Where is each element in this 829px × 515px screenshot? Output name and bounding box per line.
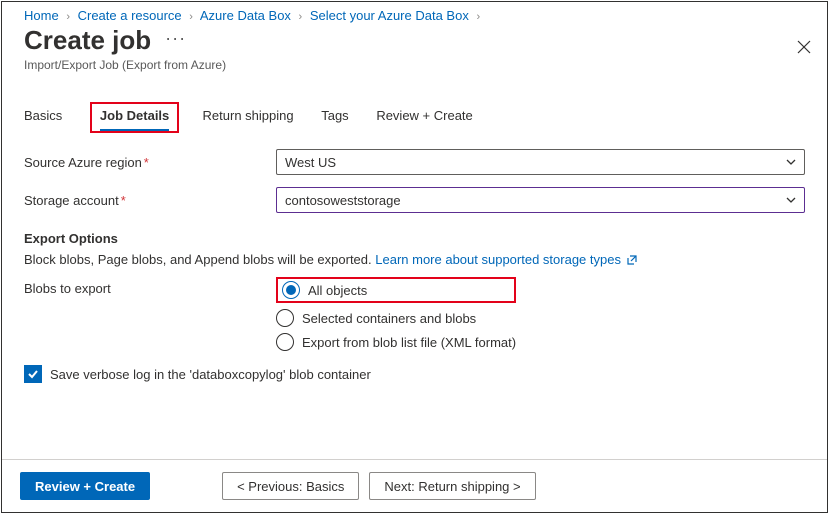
section-title-export-options: Export Options	[24, 231, 805, 246]
radio-icon	[282, 281, 300, 299]
checkbox-verbose-log[interactable]	[24, 365, 42, 383]
previous-button[interactable]: < Previous: Basics	[222, 472, 359, 500]
field-source-region: Source Azure region* West US	[24, 149, 805, 175]
tab-job-details[interactable]: Job Details	[100, 108, 169, 131]
highlight-box-job-details-tab: Job Details	[90, 102, 179, 133]
label-storage-account: Storage account*	[24, 193, 276, 208]
chevron-right-icon: ›	[472, 11, 484, 23]
next-button[interactable]: Next: Return shipping >	[369, 472, 535, 500]
select-storage-account-value: contosoweststorage	[285, 193, 401, 208]
title-row: Create job ···	[2, 23, 827, 56]
tabs: Basics Job Details Return shipping Tags …	[2, 82, 827, 133]
breadcrumb-home[interactable]: Home	[24, 8, 59, 23]
radio-icon	[276, 333, 294, 351]
form-area: Source Azure region* West US Storage acc…	[2, 133, 827, 459]
highlight-box-all-objects: All objects	[276, 277, 516, 303]
review-create-button[interactable]: Review + Create	[20, 472, 150, 500]
radio-selected-containers[interactable]: Selected containers and blobs	[276, 309, 516, 327]
link-learn-more-storage-types[interactable]: Learn more about supported storage types	[375, 252, 636, 267]
more-actions-icon[interactable]: ···	[165, 29, 186, 53]
chevron-right-icon: ›	[295, 11, 307, 23]
chevron-right-icon: ›	[185, 11, 197, 23]
checkbox-verbose-log-label: Save verbose log in the 'databoxcopylog'…	[50, 367, 371, 382]
breadcrumb: Home › Create a resource › Azure Data Bo…	[2, 2, 827, 23]
radio-all-objects[interactable]: All objects	[282, 281, 367, 299]
tab-tags[interactable]: Tags	[321, 108, 348, 129]
radio-export-list-file-label: Export from blob list file (XML format)	[302, 335, 516, 350]
tab-return-shipping[interactable]: Return shipping	[203, 108, 294, 129]
chevron-down-icon	[786, 194, 796, 206]
select-source-region[interactable]: West US	[276, 149, 805, 175]
field-storage-account: Storage account* contosoweststorage	[24, 187, 805, 213]
breadcrumb-azure-data-box[interactable]: Azure Data Box	[200, 8, 291, 23]
select-source-region-value: West US	[285, 155, 336, 170]
page-title: Create job	[24, 25, 151, 56]
chevron-right-icon: ›	[62, 11, 74, 23]
select-storage-account[interactable]: contosoweststorage	[276, 187, 805, 213]
radio-all-objects-label: All objects	[308, 283, 367, 298]
tab-basics[interactable]: Basics	[24, 108, 62, 129]
breadcrumb-create-resource[interactable]: Create a resource	[78, 8, 182, 23]
field-verbose-log: Save verbose log in the 'databoxcopylog'…	[24, 365, 805, 383]
page-subtitle: Import/Export Job (Export from Azure)	[2, 56, 827, 82]
external-link-icon	[627, 253, 637, 263]
footer: Review + Create < Previous: Basics Next:…	[2, 459, 827, 512]
field-blobs-to-export: Blobs to export All objects Selected con…	[24, 277, 805, 351]
page: Home › Create a resource › Azure Data Bo…	[1, 1, 828, 513]
radio-export-list-file[interactable]: Export from blob list file (XML format)	[276, 333, 516, 351]
radio-selected-containers-label: Selected containers and blobs	[302, 311, 476, 326]
breadcrumb-select-data-box[interactable]: Select your Azure Data Box	[310, 8, 469, 23]
label-blobs-to-export: Blobs to export	[24, 277, 276, 296]
tab-review-create[interactable]: Review + Create	[376, 108, 472, 129]
radio-icon	[276, 309, 294, 327]
chevron-down-icon	[786, 156, 796, 168]
label-source-region: Source Azure region*	[24, 155, 276, 170]
helper-export-description: Block blobs, Page blobs, and Append blob…	[24, 252, 805, 267]
close-icon[interactable]	[797, 40, 811, 59]
